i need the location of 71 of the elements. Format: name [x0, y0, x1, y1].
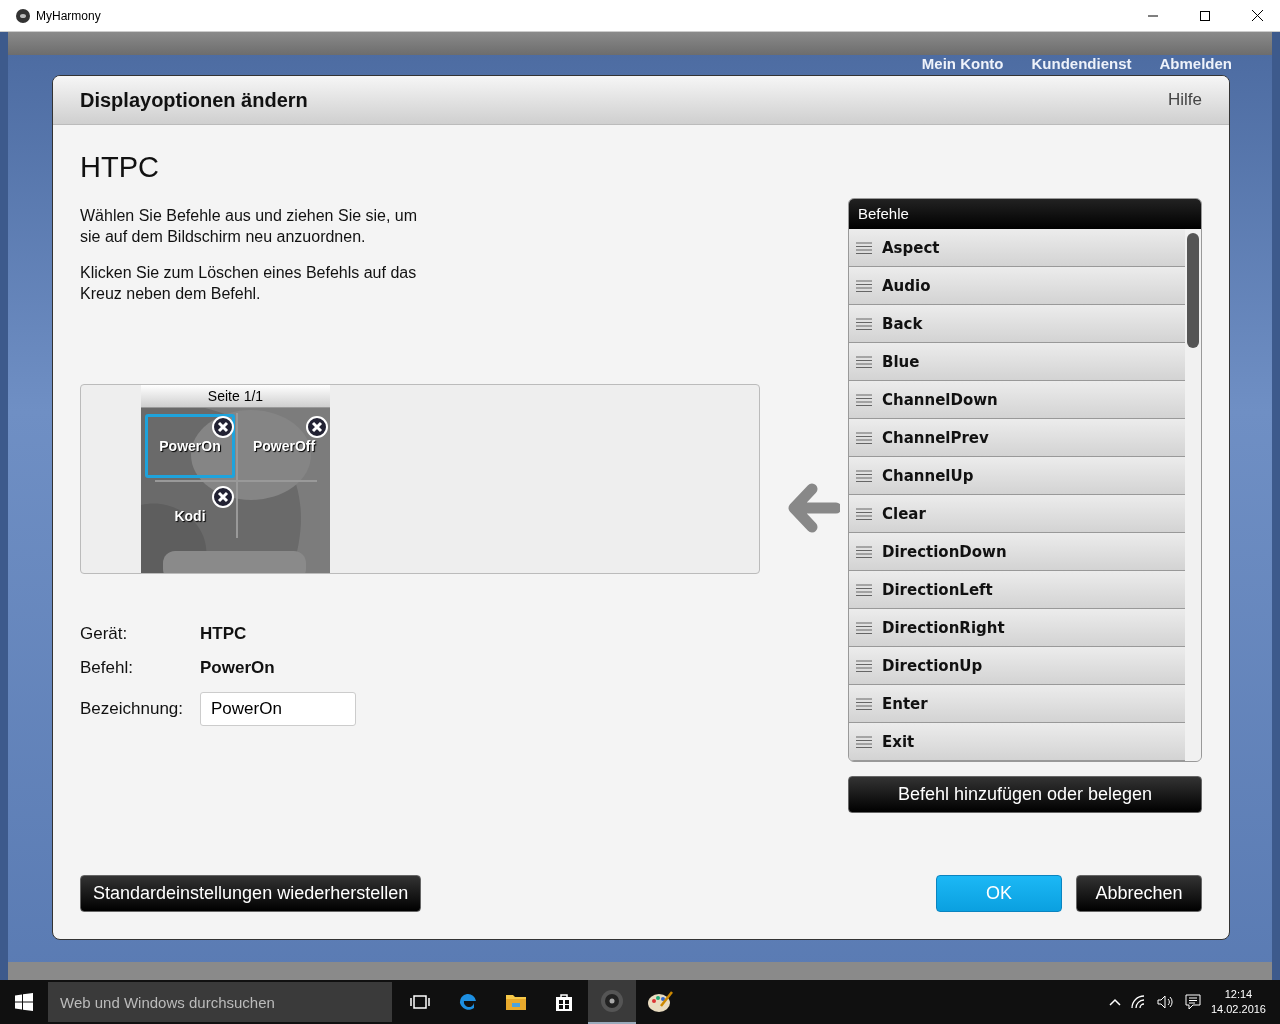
instruction-text: Wählen Sie Befehle aus und ziehen Sie sie, um sie auf dem Bildschirm neu anzuordnen.	[80, 206, 419, 247]
command-item[interactable]: DirectionRight	[849, 609, 1185, 647]
drag-handle-icon	[856, 279, 872, 292]
drag-handle-icon	[856, 583, 872, 596]
command-item[interactable]: Aspect	[849, 229, 1185, 267]
drag-handle-icon	[856, 241, 872, 254]
command-item[interactable]: Blue	[849, 343, 1185, 381]
close-icon	[1251, 10, 1263, 21]
drag-handle-icon	[856, 393, 872, 406]
command-item[interactable]: Exit	[849, 723, 1185, 761]
left-arrow-icon	[788, 483, 840, 533]
list-header: Befehle	[849, 199, 1201, 229]
drag-handle-icon	[856, 697, 872, 710]
detail-label: Bezeichnung:	[80, 699, 184, 719]
cancel-button[interactable]: Abbrechen	[1076, 875, 1202, 912]
restore-defaults-button[interactable]: Standardeinstellungen wiederherstellen	[80, 875, 422, 912]
detail-value: HTPC	[200, 624, 247, 644]
app-logo-icon	[16, 8, 30, 23]
search-field[interactable]: Web und Windows durchsuchen	[48, 982, 392, 1022]
drag-handle-icon	[856, 735, 872, 748]
remote-button[interactable]: PowerOn	[145, 414, 235, 478]
maximize-icon	[1200, 10, 1210, 21]
task-view-icon	[410, 994, 430, 1010]
drag-handle-icon	[856, 659, 872, 672]
add-command-button[interactable]: Befehl hinzufügen oder belegen	[848, 776, 1202, 813]
help-link[interactable]: Hilfe	[1168, 90, 1202, 110]
folder-icon	[505, 993, 527, 1011]
clock-date: 14.02.2016	[1210, 1002, 1266, 1017]
clock-time: 12:14	[1224, 987, 1253, 1002]
drag-handle-icon	[856, 507, 872, 520]
wifi-icon[interactable]	[1130, 995, 1147, 1009]
dialog-title: Displayoptionen ändern	[80, 88, 308, 112]
command-item[interactable]: DirectionUp	[849, 647, 1185, 685]
detail-value: PowerOn	[200, 658, 275, 678]
command-item[interactable]: Clear	[849, 495, 1185, 533]
remote-button[interactable]: Kodi	[145, 484, 235, 548]
label-field[interactable]: PowerOn	[200, 692, 356, 726]
chevron-up-icon[interactable]	[1108, 998, 1121, 1006]
page-label: Seite 1/1	[141, 385, 330, 408]
drag-handle-icon	[856, 545, 872, 558]
detail-label: Gerät:	[80, 624, 128, 644]
command-item[interactable]: ChannelUp	[849, 457, 1185, 495]
windows-logo-icon	[15, 993, 33, 1011]
command-item[interactable]: DirectionLeft	[849, 571, 1185, 609]
drag-handle-icon	[856, 469, 872, 482]
drag-handle-icon	[856, 431, 872, 444]
drag-handle-icon	[856, 355, 872, 368]
taskbar-app-button[interactable]	[588, 980, 636, 1024]
e-letter-icon	[457, 991, 479, 1013]
command-item[interactable]: Audio	[849, 267, 1185, 305]
shopping-bag-icon	[554, 992, 574, 1012]
detail-label: Befehl:	[80, 658, 133, 678]
nav-link[interactable]: Abmelden	[1159, 55, 1232, 72]
instruction-text: Klicken Sie zum Löschen eines Befehls auf das Kreuz neben dem Befehl.	[80, 263, 418, 304]
palette-icon	[647, 990, 673, 1014]
nav-link[interactable]: Mein Konto	[921, 55, 1004, 72]
scrollbar-thumb[interactable]	[1187, 233, 1199, 348]
nav-link[interactable]: Kundendienst	[1031, 55, 1132, 72]
device-title: HTPC	[80, 151, 160, 184]
disc-icon	[600, 989, 624, 1013]
command-item[interactable]: ChannelDown	[849, 381, 1185, 419]
message-icon[interactable]	[1184, 994, 1201, 1010]
command-item[interactable]: Back	[849, 305, 1185, 343]
command-item[interactable]: DirectionDown	[849, 533, 1185, 571]
drag-handle-icon	[856, 317, 872, 330]
drag-handle-icon	[856, 621, 872, 634]
remote-button[interactable]: PowerOff	[239, 414, 329, 478]
window-title: MyHarmony	[36, 8, 102, 23]
command-item[interactable]: ChannelPrev	[849, 419, 1185, 457]
command-item[interactable]: Enter	[849, 685, 1185, 723]
speaker-icon[interactable]	[1156, 995, 1175, 1009]
